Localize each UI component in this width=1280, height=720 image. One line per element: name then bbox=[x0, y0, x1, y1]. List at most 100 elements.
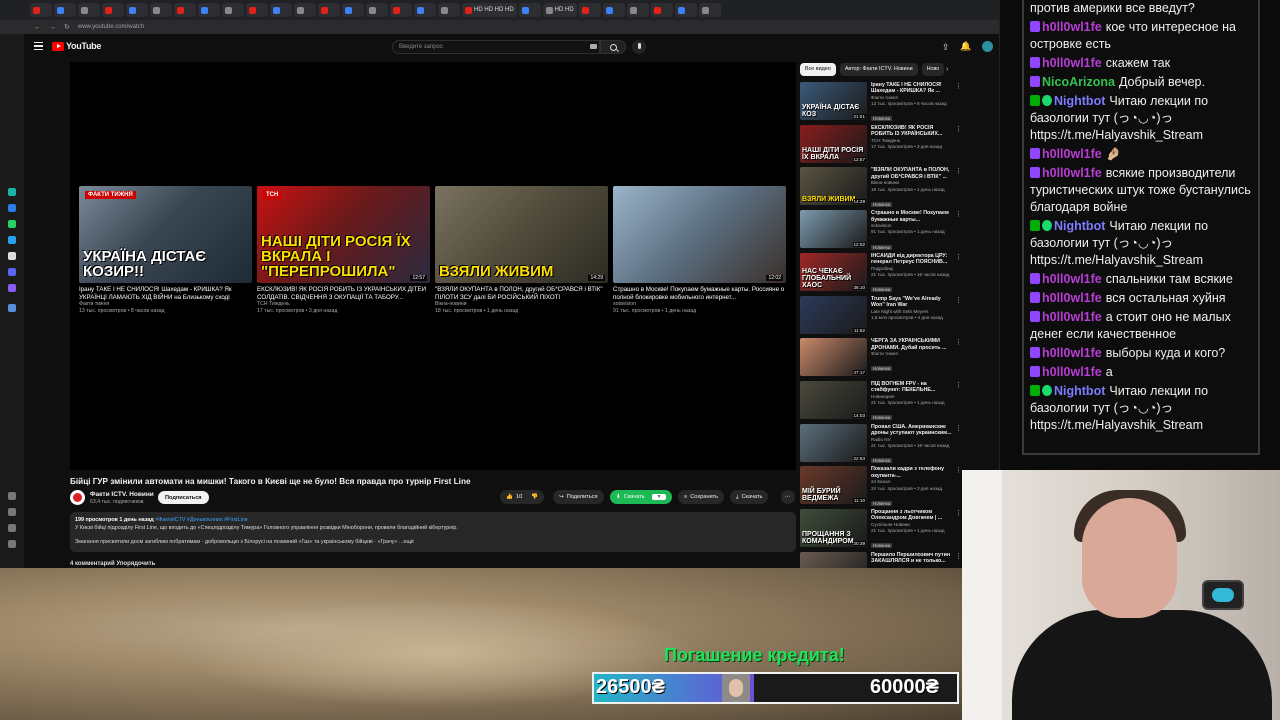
sidebar-video[interactable]: Мій бурий ведмежа 11:10 Показали кадри з т… bbox=[800, 466, 962, 506]
endscreen-card[interactable]: ТСН Наші діти Росія їх вкрала і "перепрош… bbox=[257, 186, 430, 315]
browser-tab[interactable] bbox=[626, 3, 649, 17]
sidebar-video-title[interactable]: ЕКСКЛЮЗИВ! ЯК РОСІЯ РОБИТЬ ІЗ УКРАЇНСЬКИ… bbox=[871, 125, 953, 138]
url-field[interactable]: www.youtube.com/watch bbox=[78, 24, 144, 30]
browser-tab[interactable] bbox=[650, 3, 673, 17]
browser-tab[interactable] bbox=[54, 3, 76, 17]
player-icon[interactable] bbox=[8, 304, 16, 312]
sidebar-thumbnail[interactable]: 14:03 bbox=[800, 380, 867, 419]
browser-tab[interactable] bbox=[198, 3, 220, 17]
back-icon[interactable]: ← bbox=[34, 24, 41, 31]
browser-tab[interactable] bbox=[698, 3, 721, 17]
discord-icon[interactable] bbox=[8, 268, 16, 276]
chat-username[interactable]: h0ll0wl1fe bbox=[1042, 346, 1102, 360]
account-avatar[interactable] bbox=[982, 41, 993, 52]
sidebar-thumbnail[interactable]: Прощання з командиром 20:39 bbox=[800, 509, 867, 547]
filter-chip[interactable]: Ново bbox=[921, 62, 945, 76]
endscreen-thumbnail[interactable]: Взяли живим 14:29 bbox=[435, 186, 608, 283]
browser-tab[interactable] bbox=[390, 3, 412, 17]
sidebar-thumbnail[interactable]: 11:52 bbox=[800, 295, 867, 334]
more-options-icon[interactable]: ⋮ bbox=[955, 552, 962, 560]
like-button[interactable]: 👍 10 👎 bbox=[500, 490, 545, 504]
sidebar-thumbnail[interactable]: 12:02 bbox=[800, 210, 867, 249]
more-options-icon[interactable]: ⋮ bbox=[955, 82, 962, 90]
x-icon[interactable] bbox=[8, 252, 16, 260]
browser-tab[interactable] bbox=[174, 3, 196, 17]
search-button[interactable] bbox=[600, 40, 626, 54]
youtube-logo[interactable]: YouTube bbox=[52, 41, 101, 51]
endscreen-card[interactable]: ФАКТИ ТИЖНЯ Україна дістає козир!! Ірану Т… bbox=[79, 186, 252, 315]
extension-download-button[interactable]: ⬇ Скачать ▾ bbox=[610, 490, 673, 504]
browser-tab[interactable]: HD HD bbox=[542, 3, 577, 17]
whatsapp-icon[interactable] bbox=[8, 220, 16, 228]
sidebar-video-title[interactable]: ІНСАЙДИ від директора ЦРУ: генерал Петре… bbox=[871, 253, 953, 266]
endscreen-thumbnail[interactable]: ФАКТИ ТИЖНЯ Україна дістає козир!! bbox=[79, 186, 252, 283]
sidebar-video-title[interactable]: ЧЕРГА ЗА УКРАЇНСЬКИМИ ДРОНАМИ. Дубай про… bbox=[871, 338, 953, 351]
sidebar-video[interactable]: Нас чекає глобальний хаос 36:10 ІНСАЙДИ ві… bbox=[800, 252, 962, 293]
voice-search-icon[interactable] bbox=[632, 40, 646, 54]
video-description[interactable]: 199 просмотров 1 день назад #ФактиICTV #… bbox=[70, 512, 796, 552]
sidebar-video[interactable]: Україна дістає коз 21:51 Ірану ТАКЕ І НЕ С… bbox=[800, 82, 962, 122]
endscreen-thumbnail[interactable]: 12:02 bbox=[613, 186, 786, 283]
channel-name[interactable]: Факти ICTV. Новини bbox=[90, 491, 154, 498]
browser-tab[interactable] bbox=[102, 3, 124, 17]
endscreen-title[interactable]: Страшно в Москве! Покупаем бумажные карт… bbox=[613, 286, 786, 301]
sidebar-video[interactable]: 22:53 Провал США. Американские дроны усту… bbox=[800, 423, 962, 464]
sidebar-video[interactable]: 12:02 Страшно в Москве! Покупаем бумажные… bbox=[800, 210, 962, 250]
settings-icon[interactable] bbox=[8, 540, 16, 548]
thumbs-down-icon[interactable]: 👎 bbox=[531, 494, 538, 500]
sidebar-video-title[interactable]: Страшно в Москве! Покупаем бумажные карт… bbox=[871, 210, 953, 223]
more-options-icon[interactable]: ⋮ bbox=[955, 167, 962, 175]
chat-username[interactable]: h0ll0wl1fe bbox=[1042, 365, 1102, 379]
browser-tab[interactable]: HD HD HD HD bbox=[462, 3, 517, 17]
browser-tab[interactable] bbox=[578, 3, 601, 17]
messenger-icon[interactable] bbox=[8, 188, 16, 196]
more-options-icon[interactable]: ⋮ bbox=[955, 210, 962, 218]
endscreen-title[interactable]: "ВЗЯЛИ ОКУПАНТА в ПОЛОН, другий ОБ*СРАВС… bbox=[435, 286, 608, 301]
sidebar-video-title[interactable]: Прощання з льотчиком Олександром Довгаче… bbox=[871, 509, 953, 522]
chat-username[interactable]: h0ll0wl1fe bbox=[1042, 310, 1102, 324]
sidebar-video[interactable]: 14:03 ПІД ВОГНЕМ FPV - на стабфункт: ПЕКЕ… bbox=[800, 380, 962, 421]
more-options-icon[interactable]: ⋮ bbox=[955, 509, 962, 517]
reload-icon[interactable]: ↻ bbox=[64, 23, 70, 31]
sidebar-thumbnail[interactable]: 47:17 bbox=[800, 338, 867, 377]
channel-avatar[interactable] bbox=[70, 490, 85, 505]
share-button[interactable]: ↪ Поделиться bbox=[553, 490, 604, 504]
sidebar-video[interactable]: Прощання з командиром 20:39 Прощання з льо… bbox=[800, 509, 962, 549]
sidebar-video-title[interactable]: "ВЗЯЛИ ОКУПАНТА в ПОЛОН, другий ОБ*СРАВС… bbox=[871, 167, 953, 180]
sidebar-video-title[interactable]: Trump Says "We've Already Won" Iran War bbox=[871, 296, 953, 309]
menu-icon[interactable] bbox=[34, 42, 43, 50]
more-options-icon[interactable]: ⋮ bbox=[955, 466, 962, 474]
sidebar-video[interactable]: Наші діти Росія їх вкрала 12:57 ЕКСКЛЮЗИВ!… bbox=[800, 124, 962, 165]
forward-icon[interactable]: → bbox=[49, 24, 56, 31]
chat-username[interactable]: h0ll0wl1fe bbox=[1042, 291, 1102, 305]
sidebar-video-title[interactable]: Ірану ТАКЕ І НЕ СНИЛОСЯ! Шахедам - КРИШК… bbox=[871, 82, 953, 95]
browser-tab[interactable] bbox=[294, 3, 316, 17]
sidebar-video-title[interactable]: Першило Першилоэвич путин ЗАКАШЛЯЛСЯ и н… bbox=[871, 552, 953, 565]
chat-username[interactable]: Nightbot bbox=[1054, 384, 1105, 398]
browser-tab[interactable] bbox=[150, 3, 172, 17]
vk-icon[interactable] bbox=[8, 204, 16, 212]
video-player[interactable]: ФАКТИ ТИЖНЯ Україна дістає козир!! Ірану Т… bbox=[70, 62, 796, 470]
more-actions-button[interactable]: ⋯ bbox=[781, 490, 795, 504]
more-options-icon[interactable]: ⋮ bbox=[955, 424, 962, 432]
sidebar-video[interactable]: Взяли живим 14:29 "ВЗЯЛИ ОКУПАНТА в ПОЛОН,… bbox=[800, 167, 962, 207]
heart-icon[interactable] bbox=[8, 492, 16, 500]
bell-icon[interactable]: 🔔 bbox=[960, 41, 971, 52]
filter-chip[interactable]: Все видео bbox=[800, 62, 836, 76]
sidebar-thumbnail[interactable]: Мій бурий ведмежа 11:10 bbox=[800, 466, 867, 505]
sidebar-video[interactable]: Першило Першилоэвич путин ЗАКАШЛЯЛСЯ и н… bbox=[800, 551, 962, 568]
chevron-right-icon[interactable]: › bbox=[946, 66, 948, 73]
sidebar-thumbnail[interactable]: Нас чекає глобальний хаос 36:10 bbox=[800, 252, 867, 291]
sidebar-thumbnail[interactable]: Взяли живим 14:29 bbox=[800, 167, 867, 206]
more-options-icon[interactable]: ⋮ bbox=[955, 253, 962, 261]
chat-username[interactable]: h0ll0wl1fe bbox=[1042, 56, 1102, 70]
downloads-icon[interactable] bbox=[8, 524, 16, 532]
chat-username[interactable]: Nightbot bbox=[1054, 219, 1105, 233]
search-input[interactable]: Введите запрос bbox=[392, 40, 600, 54]
endscreen-title[interactable]: Ірану ТАКЕ І НЕ СНИЛОСЯ! Шахедам - КРИШК… bbox=[79, 286, 252, 301]
browser-tab[interactable] bbox=[438, 3, 460, 17]
endscreen-card[interactable]: Взяли живим 14:29 "ВЗЯЛИ ОКУПАНТА в ПОЛОН,… bbox=[435, 186, 608, 315]
history-icon[interactable] bbox=[8, 508, 16, 516]
endscreen-thumbnail[interactable]: ТСН Наші діти Росія їх вкрала і "перепрош… bbox=[257, 186, 430, 283]
keyboard-icon[interactable] bbox=[590, 44, 597, 49]
